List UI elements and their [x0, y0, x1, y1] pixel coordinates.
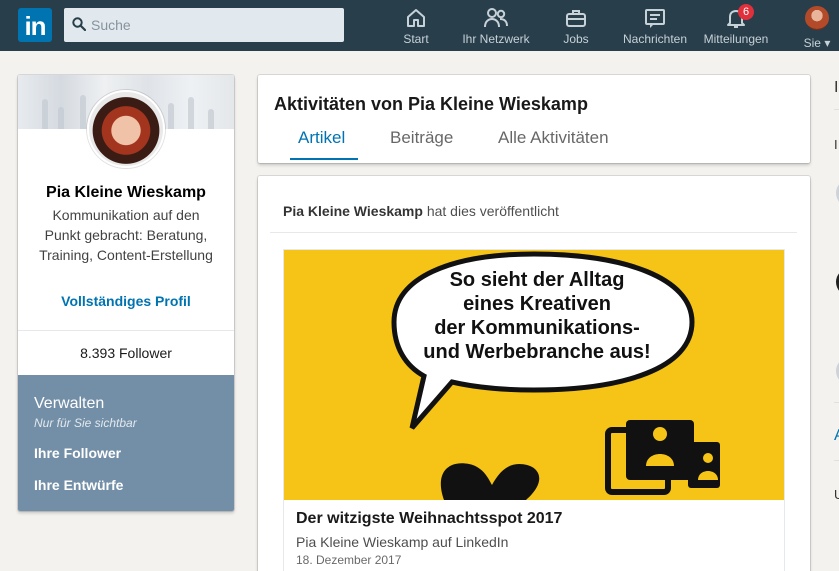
chevron-down-icon: ▾ — [824, 36, 831, 50]
active-tab-indicator — [290, 158, 358, 160]
right-rail-heading: I — [834, 79, 839, 96]
activity-header: Aktivitäten von Pia Kleine Wieskamp Arti… — [258, 75, 810, 163]
manage-section: Verwalten Nur für Sie sichtbar Ihre Foll… — [18, 375, 234, 511]
nav-item-start[interactable]: Start — [396, 6, 436, 48]
divider — [270, 232, 797, 233]
profile-headline: Kommunikation auf den Punkt gebracht: Be… — [39, 207, 213, 263]
network-icon — [484, 8, 508, 28]
home-icon — [407, 9, 425, 27]
linkedin-logo[interactable]: in — [18, 8, 52, 42]
nav-item-notifications[interactable]: 6 Mitteilungen — [698, 4, 774, 48]
full-profile-link[interactable]: Vollständiges Profil — [18, 293, 234, 309]
speech-bubble-illustration: So sieht der Alltag eines Kreativen der … — [391, 251, 720, 500]
post-author[interactable]: Pia Kleine Wieskamp — [283, 203, 423, 219]
nav-item-label: Nachrichten — [622, 32, 688, 46]
messages-icon — [645, 9, 665, 28]
your-followers-link[interactable]: Ihre Follower — [34, 445, 121, 461]
divider — [834, 460, 839, 461]
search-icon — [72, 17, 86, 31]
nav-item-network[interactable]: Ihr Netzwerk — [456, 6, 536, 48]
bubble-text-line: eines Kreativen — [463, 293, 611, 315]
divider — [834, 402, 839, 403]
article-image[interactable]: So sieht der Alltag eines Kreativen der … — [284, 250, 784, 500]
briefcase-icon — [566, 10, 586, 27]
tab-all-activity[interactable]: Alle Aktivitäten — [498, 128, 609, 148]
right-rail-link[interactable]: A — [834, 427, 839, 445]
nav-item-me[interactable]: Sie ▾ — [800, 6, 834, 50]
profile-photo[interactable] — [87, 90, 165, 168]
divider — [18, 330, 234, 331]
top-nav: in Start Ihr Netzwerk Jobs — [0, 0, 839, 51]
bubble-text-line: der Kommunikations- — [434, 317, 640, 339]
nav-item-messages[interactable]: Nachrichten — [618, 6, 692, 48]
right-rail-text: U — [834, 487, 839, 502]
search-bar[interactable] — [64, 8, 344, 42]
nav-item-label: Mitteilungen — [703, 32, 769, 46]
divider — [834, 109, 839, 110]
nav-item-label: Jobs — [563, 32, 589, 46]
nav-item-label: Start — [403, 32, 429, 46]
article-date: 18. Dezember 2017 — [296, 553, 402, 567]
right-rail: I I A U — [834, 75, 839, 571]
post-meta: Pia Kleine Wieskamp hat dies veröffentli… — [283, 203, 559, 219]
article-title[interactable]: Der witzigste Weihnachtsspot 2017 — [296, 510, 562, 528]
nav-item-label: Sie ▾ — [803, 36, 831, 50]
profile-card: Pia Kleine Wieskamp Kommunikation auf de… — [18, 75, 234, 511]
your-drafts-link[interactable]: Ihre Entwürfe — [34, 477, 123, 493]
article-author: Pia Kleine Wieskamp auf LinkedIn — [296, 534, 509, 550]
search-input[interactable] — [91, 8, 339, 42]
notification-badge: 6 — [738, 4, 754, 20]
bubble-text-line: und Werbebranche aus! — [423, 341, 650, 363]
avatar — [805, 6, 829, 30]
post-card: Pia Kleine Wieskamp hat dies veröffentli… — [258, 176, 810, 571]
nav-item-label: Ihr Netzwerk — [462, 32, 530, 46]
followers-count: 8.393 Follower — [80, 345, 172, 361]
tab-articles[interactable]: Artikel — [298, 128, 345, 148]
article-preview[interactable]: So sieht der Alltag eines Kreativen der … — [283, 249, 785, 571]
right-rail-text: I — [834, 137, 838, 152]
profile-name[interactable]: Pia Kleine Wieskamp — [18, 184, 234, 202]
bubble-text-line: So sieht der Alltag — [450, 269, 625, 291]
nav-item-jobs[interactable]: Jobs — [556, 6, 596, 48]
manage-subtitle: Nur für Sie sichtbar — [34, 416, 137, 430]
manage-title: Verwalten — [34, 395, 105, 412]
page-title: Aktivitäten von Pia Kleine Wieskamp — [274, 94, 588, 114]
tab-posts[interactable]: Beiträge — [390, 128, 453, 148]
